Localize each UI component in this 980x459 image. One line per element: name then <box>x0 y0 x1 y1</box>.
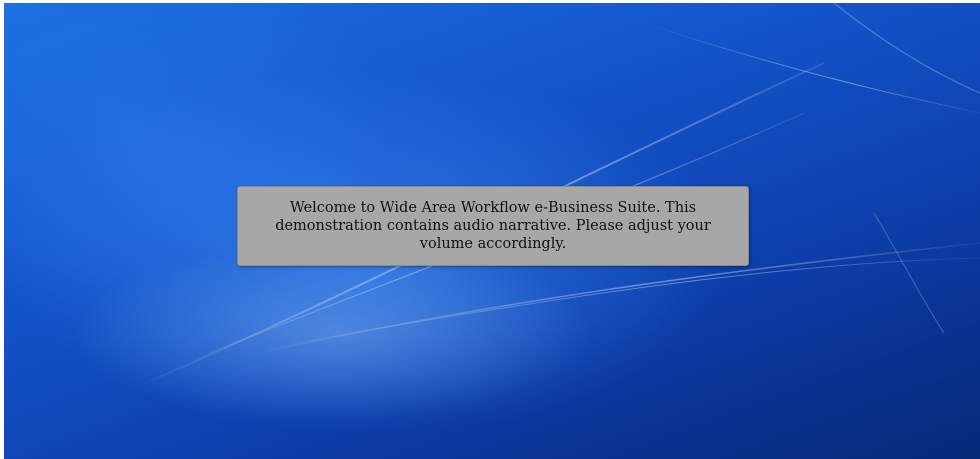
caption-box: Welcome to Wide Area Workflow e-Business… <box>237 186 749 266</box>
caption-text: Welcome to Wide Area Workflow e-Business… <box>275 200 711 252</box>
desktop-background: Welcome to Wide Area Workflow e-Business… <box>4 3 980 459</box>
